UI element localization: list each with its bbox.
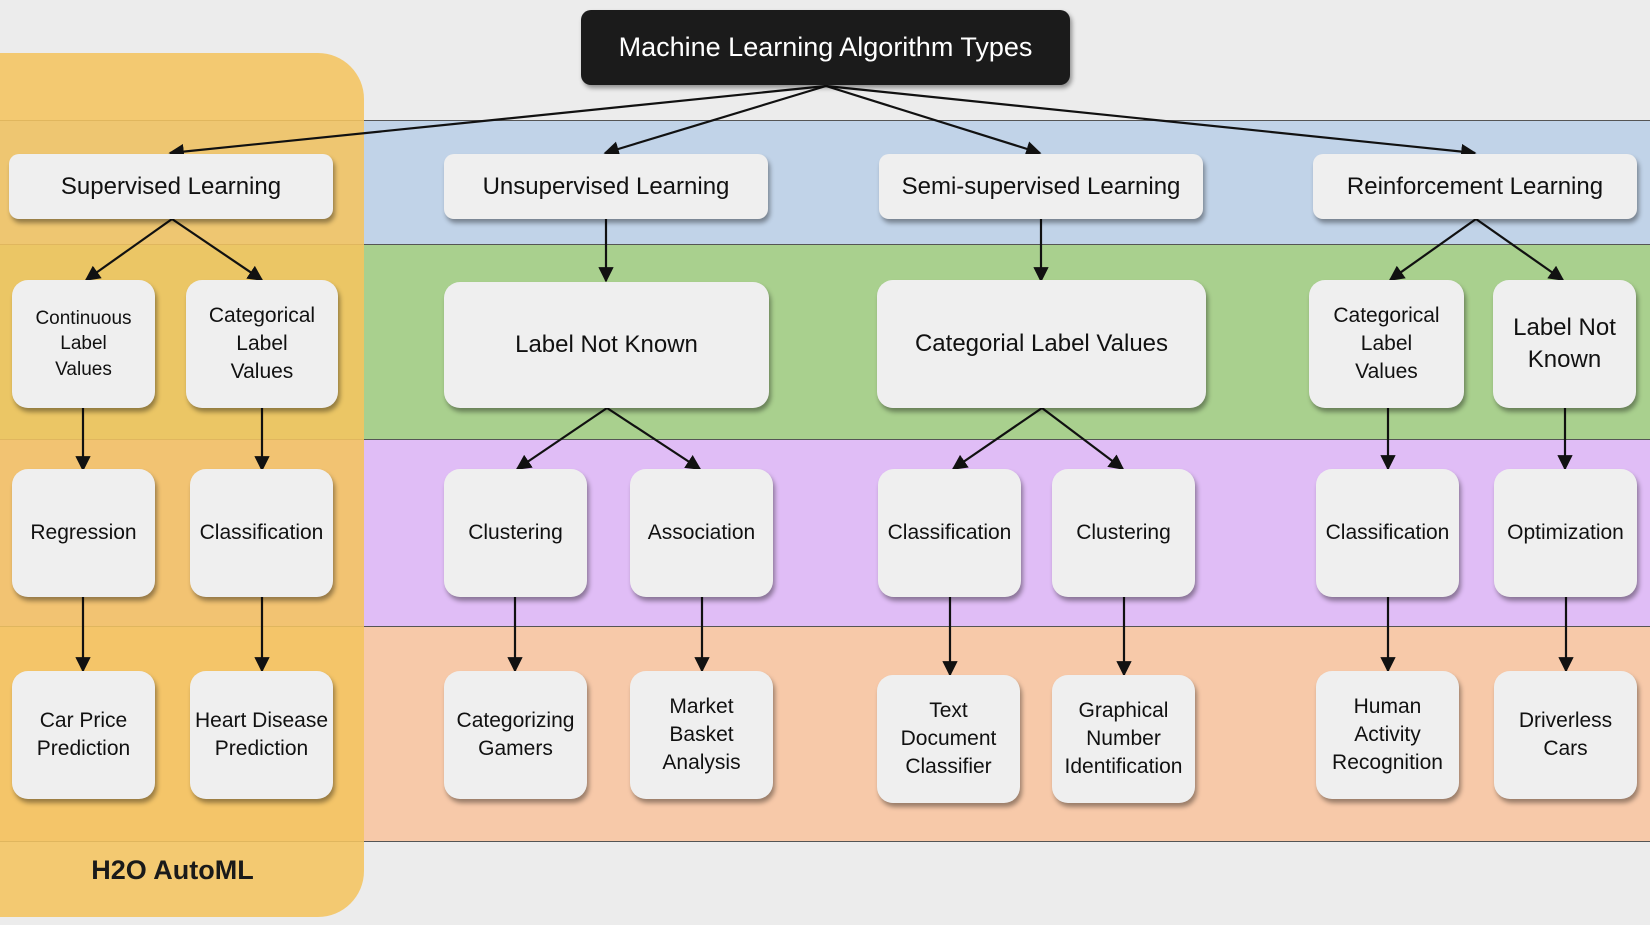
edge-sup-continuous [84,218,173,281]
edge-unsup-clustering [515,407,608,470]
node-semi-clustering: Clustering [1052,469,1195,597]
diagram-title: Machine Learning Algorithm Types [581,10,1070,85]
node-reinforcement-learning: Reinforcement Learning [1313,154,1637,219]
edge-semi-classification [951,407,1043,470]
edge-title-supervised [168,84,827,160]
edge-sup-categorical [171,218,264,281]
edge-rl-categorical [1388,218,1477,281]
node-categorizing-gamers: Categorizing Gamers [444,671,587,799]
node-continuous-label-values: Continuous Label Values [12,280,155,408]
node-label-not-known: Label Not Known [444,282,769,408]
node-graphical-number-identification: Graphical Number Identification [1052,675,1195,803]
node-optimization: Optimization [1494,469,1637,597]
edge-semi-clustering [1041,407,1125,470]
node-clustering: Clustering [444,469,587,597]
node-car-price-prediction: Car Price Prediction [12,671,155,799]
edge-title-unsupervised [603,84,827,157]
node-regression: Regression [12,469,155,597]
node-human-activity-recognition: Human Activity Recognition [1316,671,1459,799]
node-classification: Classification [190,469,333,597]
node-unsupervised-learning: Unsupervised Learning [444,154,768,219]
node-association: Association [630,469,773,597]
node-semi-supervised-learning: Semi-supervised Learning [879,154,1203,219]
node-rl-classification: Classification [1316,469,1459,597]
node-semi-classification: Classification [878,469,1021,597]
node-text-document-classifier: Text Document Classifier [877,675,1020,803]
node-categorial-label-values: Categorial Label Values [877,280,1206,408]
node-market-basket-analysis: Market Basket Analysis [630,671,773,799]
node-rl-categorical-label-values: Categorical Label Values [1309,280,1464,408]
edge-unsup-association [606,407,702,470]
node-heart-disease-prediction: Heart Disease Prediction [190,671,333,799]
edge-title-reinforcement [825,84,1477,160]
edge-rl-label [1475,218,1565,281]
node-categorical-label-values: Categorical Label Values [186,280,338,408]
node-rl-label-not-known: Label Not Known [1493,280,1636,408]
node-supervised-learning: Supervised Learning [9,154,333,219]
node-driverless-cars: Driverless Cars [1494,671,1637,799]
